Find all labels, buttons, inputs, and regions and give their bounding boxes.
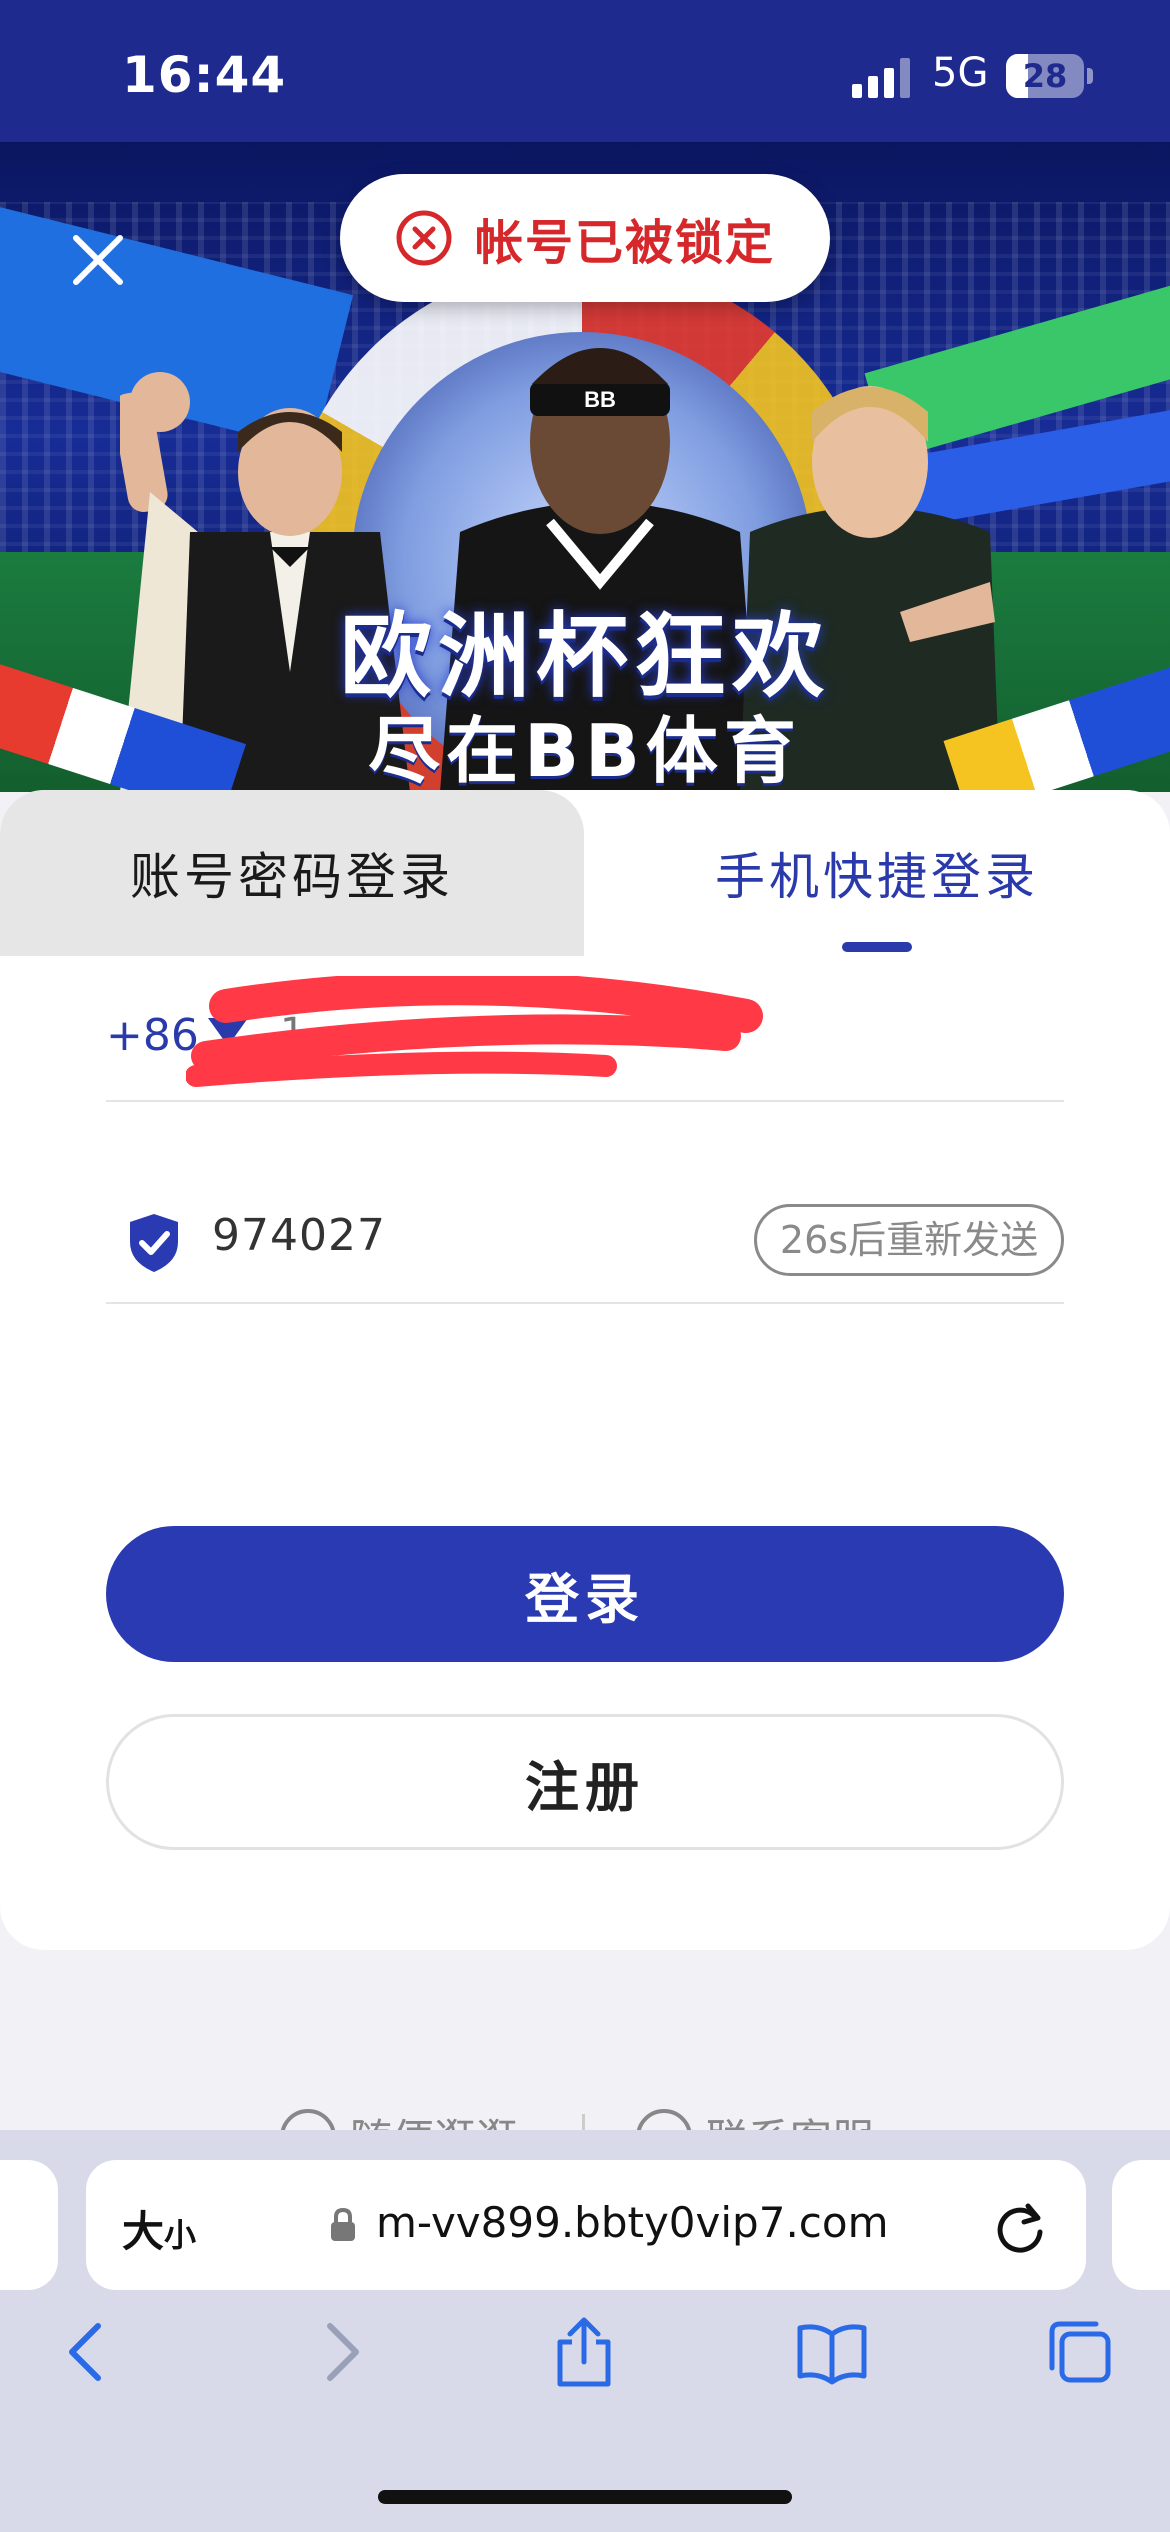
home-indicator — [378, 2490, 792, 2504]
phone-field[interactable]: +86 1 — [106, 966, 1064, 1102]
cellular-signal-icon — [852, 58, 910, 98]
status-bar: 16:44 5G 28 — [0, 0, 1170, 142]
text-size-button[interactable]: 大小 — [122, 2198, 196, 2259]
tabs-icon[interactable] — [1044, 2316, 1116, 2388]
phone-input[interactable]: 1 — [280, 1010, 305, 1056]
resend-code-button[interactable]: 26s后重新发送 — [754, 1204, 1064, 1276]
close-icon[interactable] — [66, 228, 130, 292]
bookmarks-icon[interactable] — [796, 2316, 868, 2388]
verification-code-input[interactable]: 974027 — [212, 1210, 386, 1261]
banner-subtitle: 尽在BB体育 — [368, 709, 802, 792]
active-tab-indicator — [842, 942, 912, 952]
tab-phone-quick-login[interactable]: 手机快捷登录 — [584, 790, 1170, 956]
caret-down-icon[interactable] — [206, 1016, 250, 1048]
browse-link-label: 随便逛逛 — [350, 2106, 518, 2130]
links-divider — [582, 2114, 585, 2130]
soccer-ball-icon — [280, 2108, 336, 2130]
reload-icon[interactable] — [992, 2196, 1048, 2256]
headset-icon — [636, 2108, 692, 2130]
verification-code-field[interactable]: 974027 26s后重新发送 — [106, 1170, 1064, 1304]
tab-account-password-login[interactable]: 账号密码登录 — [0, 790, 584, 956]
share-icon[interactable] — [548, 2316, 620, 2388]
next-tab-preview[interactable] — [1112, 2160, 1170, 2290]
headband-logo: BB — [584, 387, 616, 412]
error-circle-icon — [396, 210, 452, 266]
login-card: 账号密码登录 手机快捷登录 +86 1 974027 26s后重新发送 登录 注… — [0, 790, 1170, 1950]
url-text[interactable]: m-vv899.bbty0vip7.com — [376, 2198, 889, 2247]
error-toast: 帐号已被锁定 — [340, 174, 830, 302]
address-bar[interactable]: 大小 m-vv899.bbty0vip7.com — [86, 2160, 1086, 2290]
browse-link[interactable]: 随便逛逛 — [280, 2106, 518, 2130]
shield-check-icon — [130, 1214, 178, 1272]
battery-percent: 28 — [1022, 57, 1068, 95]
toast-message: 帐号已被锁定 — [474, 215, 775, 271]
previous-tab-preview[interactable] — [0, 2160, 58, 2290]
bottom-links: 随便逛逛 联系客服 — [0, 2100, 1170, 2130]
redaction-scribble — [186, 976, 763, 1087]
battery-icon: 28 — [1006, 54, 1084, 98]
battery-cap — [1087, 68, 1093, 84]
text-size-small: 小 — [164, 2216, 197, 2254]
lock-icon — [331, 2208, 355, 2241]
forward-icon[interactable] — [304, 2316, 376, 2388]
back-icon[interactable] — [52, 2316, 124, 2388]
country-code-selector[interactable]: +86 — [106, 1010, 199, 1061]
status-time: 16:44 — [122, 46, 287, 104]
login-button[interactable]: 登录 — [106, 1526, 1064, 1662]
network-type: 5G — [932, 50, 989, 96]
customer-service-label: 联系客服 — [706, 2106, 874, 2130]
register-button[interactable]: 注册 — [106, 1714, 1064, 1850]
customer-service-link[interactable]: 联系客服 — [636, 2106, 874, 2130]
text-size-big: 大 — [122, 2207, 165, 2256]
